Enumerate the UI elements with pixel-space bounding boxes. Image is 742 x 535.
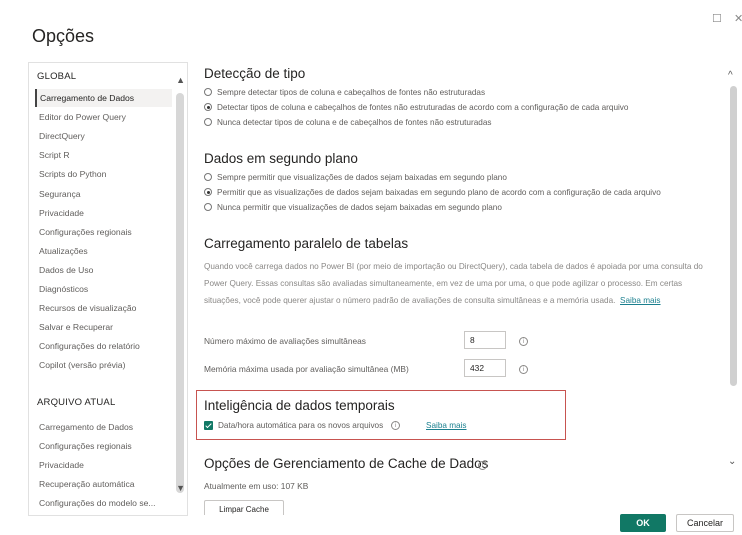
max-memory-input[interactable]: 432 xyxy=(464,359,506,377)
auto-datetime-checkbox[interactable] xyxy=(204,421,213,430)
cancel-button[interactable]: Cancelar xyxy=(676,514,734,532)
chevron-down-icon[interactable]: ▼ xyxy=(176,483,185,493)
nav-item[interactable]: Privacidade xyxy=(35,204,171,222)
nav-item[interactable]: Carregamento de Dados xyxy=(35,418,171,436)
nav-item[interactable]: Configurações do relatório xyxy=(35,337,171,355)
options-dialog: ☐ ✕ Opções GLOBAL Carregamento de Dados E… xyxy=(0,0,742,535)
nav-item[interactable]: Configurações regionais xyxy=(35,437,171,455)
chevron-up-icon[interactable]: ^ xyxy=(728,70,733,81)
radio-button[interactable] xyxy=(204,188,212,196)
max-evaluations-input[interactable]: 8 xyxy=(464,331,506,349)
maximize-icon[interactable]: ☐ xyxy=(712,12,722,25)
radio-label: Sempre detectar tipos de coluna e cabeça… xyxy=(217,87,486,97)
auto-datetime-label: Data/hora automática para os novos arqui… xyxy=(218,421,384,430)
options-nav: GLOBAL Carregamento de Dados Editor do Po… xyxy=(28,62,188,516)
radio-option[interactable]: Nunca permitir que visualizações de dado… xyxy=(204,200,502,214)
nav-scrollbar[interactable]: ▲ ▼ xyxy=(173,63,187,515)
nav-item[interactable]: Editor do Power Query xyxy=(35,108,171,126)
content-scroll-thumb[interactable] xyxy=(730,86,737,386)
info-icon[interactable]: i xyxy=(519,337,528,346)
radio-label: Nunca detectar tipos de coluna e de cabe… xyxy=(217,117,492,127)
ok-button[interactable]: OK xyxy=(620,514,666,532)
info-icon[interactable]: i xyxy=(519,365,528,374)
nav-item[interactable]: DirectQuery xyxy=(35,127,171,145)
nav-item[interactable]: Diagnósticos xyxy=(35,280,171,298)
chevron-down-icon[interactable]: ⌄ xyxy=(728,456,736,467)
parallel-loading-title: Carregamento paralelo de tabelas xyxy=(204,236,409,251)
nav-heading-current-file: ARQUIVO ATUAL xyxy=(37,397,116,408)
cache-title: Opções de Gerenciamento de Cache de Dado… xyxy=(204,456,489,471)
chevron-up-icon[interactable]: ▲ xyxy=(176,75,185,85)
nav-item[interactable]: Carregamento de Dados xyxy=(35,89,172,107)
radio-button[interactable] xyxy=(204,88,212,96)
radio-button[interactable] xyxy=(204,118,212,126)
radio-option[interactable]: Detectar tipos de coluna e cabeçalhos de… xyxy=(204,100,628,114)
radio-label: Detectar tipos de coluna e cabeçalhos de… xyxy=(217,102,629,112)
cache-usage: Atualmente em uso: 107 KB xyxy=(204,481,309,491)
max-memory-label: Memória máxima usada por avaliação simul… xyxy=(204,364,409,374)
nav-item[interactable]: Recursos de visualização xyxy=(35,299,171,317)
radio-button[interactable] xyxy=(204,173,212,181)
content-scrollbar[interactable]: ^ ⌄ xyxy=(726,62,740,514)
clear-cache-button[interactable]: Limpar Cache xyxy=(204,500,284,515)
radio-label: Nunca permitir que visualizações de dado… xyxy=(217,202,502,212)
nav-item[interactable]: Privacidade xyxy=(35,456,171,474)
time-intelligence-title: Inteligência de dados temporais xyxy=(204,398,395,413)
radio-button[interactable] xyxy=(204,103,212,111)
radio-label: Sempre permitir que visualizações de dad… xyxy=(217,172,507,182)
radio-option[interactable]: Permitir que as visualizações de dados s… xyxy=(204,185,661,199)
close-icon[interactable]: ✕ xyxy=(734,12,742,25)
nav-item[interactable]: Recuperação automática xyxy=(35,475,171,493)
nav-item[interactable]: Configurações regionais xyxy=(35,223,171,241)
nav-item[interactable]: Copilot (versão prévia) xyxy=(35,356,171,374)
info-icon[interactable]: i xyxy=(478,461,487,470)
radio-option[interactable]: Nunca detectar tipos de coluna e de cabe… xyxy=(204,115,491,129)
nav-item[interactable]: Dados de Uso xyxy=(35,261,171,279)
nav-heading-global: GLOBAL xyxy=(37,71,77,82)
nav-item[interactable]: Scripts do Python xyxy=(35,165,171,183)
nav-item[interactable]: Salvar e Recuperar xyxy=(35,318,171,336)
radio-button[interactable] xyxy=(204,203,212,211)
nav-item[interactable]: Configurações do modelo se... xyxy=(35,494,171,512)
nav-item[interactable]: Script R xyxy=(35,146,171,164)
nav-item[interactable]: Segurança xyxy=(35,185,171,203)
radio-option[interactable]: Sempre permitir que visualizações de dad… xyxy=(204,170,507,184)
type-detection-title: Detecção de tipo xyxy=(204,66,306,81)
info-icon[interactable]: i xyxy=(391,421,400,430)
nav-scroll-thumb[interactable] xyxy=(176,93,184,493)
max-evaluations-label: Número máximo de avaliações simultâneas xyxy=(204,336,366,346)
learn-more-link[interactable]: Saiba mais xyxy=(426,421,467,430)
parallel-loading-description: Quando você carrega dados no Power BI (p… xyxy=(204,258,706,309)
radio-label: Permitir que as visualizações de dados s… xyxy=(217,187,661,197)
learn-more-link[interactable]: Saiba mais xyxy=(620,296,661,305)
radio-option[interactable]: Sempre detectar tipos de coluna e cabeça… xyxy=(204,85,485,99)
dialog-title: Opções xyxy=(32,26,95,46)
nav-item[interactable]: Atualizações xyxy=(35,242,171,260)
background-data-title: Dados em segundo plano xyxy=(204,151,358,166)
options-content: Detecção de tipo Sempre detectar tipos d… xyxy=(196,60,716,515)
